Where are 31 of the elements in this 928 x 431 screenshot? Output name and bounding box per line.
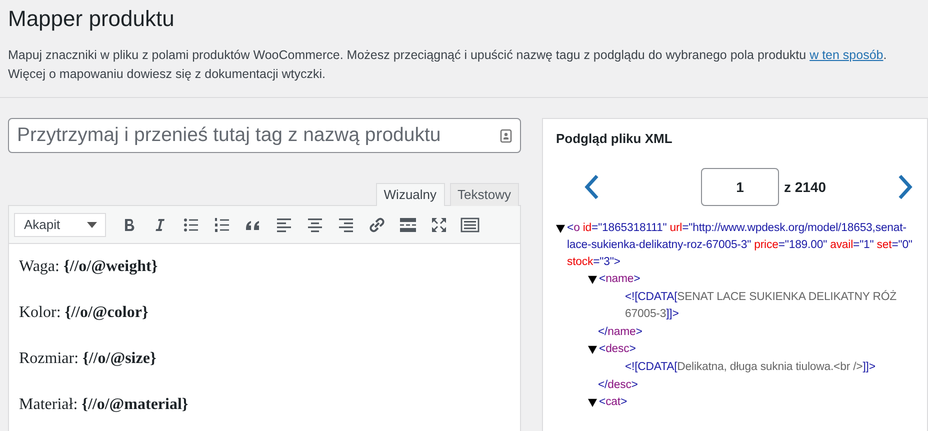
xml-close-tag: </name>	[588, 324, 642, 341]
xml-open-tag[interactable]: <name>	[599, 271, 640, 288]
xml-cdata-text: <![CDATA[Delikatna, długa suknia tiulowa.<br />]]>	[624, 360, 876, 375]
editor-tab[interactable]: Wizualny	[376, 183, 445, 206]
panel-title: Podgląd pliku XML	[556, 131, 674, 146]
chevron-right-icon[interactable]	[896, 174, 913, 200]
xml-open-tag[interactable]: <desc>	[599, 341, 636, 358]
docs-link[interactable]: w ten sposób	[810, 48, 884, 62]
editor-text-line: Kolor: {//o/@color}	[19, 303, 148, 323]
xml-open-tag[interactable]: <o id="1865318111" url="http://www.wpdesk.org/model/18653,senat-lace-sukienka-delikatny-roz-67005-3" price="189.00" avail="1" set="0" stock="3">	[567, 220, 923, 271]
editor-text-line: Materiał: {//o/@material}	[19, 395, 188, 415]
editor-text-line: Waga: {//o/@weight}	[19, 257, 158, 277]
expand-triangle-icon[interactable]	[588, 275, 597, 284]
xml-open-tag[interactable]: <cat>	[599, 394, 628, 411]
editor-tab[interactable]: Tekstowy	[450, 183, 519, 206]
chevron-left-icon[interactable]	[584, 174, 600, 200]
expand-triangle-icon[interactable]	[556, 224, 565, 233]
editor-text-line: Rozmiar: {//o/@size}	[19, 349, 156, 369]
description-text: Mapuj znaczniki w pliku z polami produktów WooCommerce. Możesz przeciągnąć i upuścić nazwę tagu z podglądu do wybranego pola produktu w ten sposób. Więcej o mapowaniu dowiesz się z dokumentacji wtyczki.	[8, 47, 888, 83]
page-title: Mapper produktu	[7, 5, 176, 32]
expand-triangle-icon[interactable]	[588, 398, 597, 407]
product-name-field[interactable]: Przytrzymaj i przenieś tutaj tag z nazwą produktu	[8, 118, 521, 153]
expand-triangle-icon[interactable]	[588, 345, 597, 354]
xml-cdata-text: <![CDATA[SENAT LACE SUKIENKA DELIKATNY RÓŻ 67005-3]]>	[624, 289, 898, 322]
caret-icon	[87, 222, 97, 228]
xml-close-tag: </desc>	[588, 377, 638, 394]
page-number-field[interactable]: 1	[700, 168, 779, 206]
contact-card-icon	[500, 128, 512, 142]
editor-content-area[interactable]: Waga: {//o/@weight} Kolor: {//o/@color} Rozmiar: {//o/@size} Materiał: {//o/@material}	[8, 244, 521, 431]
page-count: z 2140	[784, 179, 826, 195]
format-select[interactable]: Akapit	[14, 212, 106, 236]
